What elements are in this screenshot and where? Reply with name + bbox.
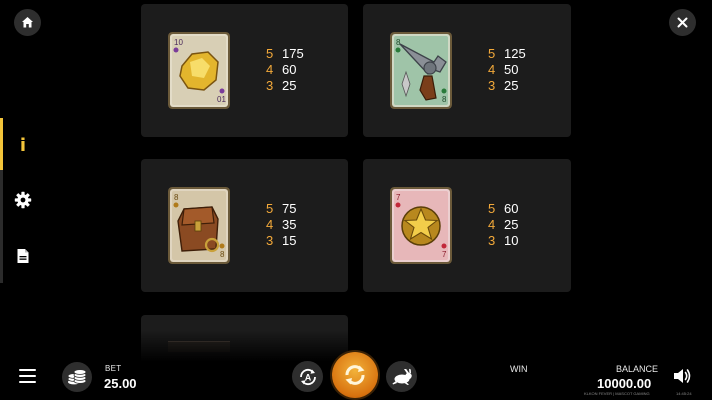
- payout-row: 3 15: [266, 233, 296, 249]
- payout-value: 50: [504, 62, 519, 77]
- payout-value: 35: [282, 217, 297, 232]
- payout-list: 5 60 4 25 3 10: [488, 201, 518, 249]
- svg-text:8: 8: [396, 38, 401, 47]
- payout-value: 10: [504, 233, 519, 248]
- spin-arrows-icon: [345, 365, 365, 385]
- payout-row: 3 10: [488, 233, 518, 249]
- hamburger-menu-icon[interactable]: [19, 369, 36, 383]
- spin-button[interactable]: [332, 352, 378, 398]
- bet-label: BET: [105, 364, 122, 373]
- symbol-count: 4: [266, 62, 274, 77]
- payout-row: 5 125: [488, 46, 526, 62]
- payout-row: 4 35: [266, 217, 296, 233]
- balance-value: 10000.00: [597, 376, 652, 391]
- symbol-count: 5: [266, 46, 274, 61]
- paytable-panel: 8 8 5 75 4 35 3 15: [141, 159, 348, 292]
- payout-list: 5 125 4 50 3 25: [488, 46, 526, 94]
- svg-text:8: 8: [220, 250, 225, 259]
- payout-list: 5 75 4 35 3 15: [266, 201, 296, 249]
- paytable-panel: 10 01 5 175 4 60 3 25: [141, 4, 348, 137]
- gold-nugget-card: 10 01: [168, 32, 230, 109]
- payout-value: 25: [282, 78, 297, 93]
- saddlebag-card: 8 8: [168, 187, 230, 264]
- paytable-screen: i 10 01 5 175 4 60 3 25 8 8 5 125 4 50 3…: [0, 0, 712, 400]
- game-provider-text: KLKON FEVER | MASCOT GAMING: [584, 391, 650, 396]
- payout-value: 60: [504, 201, 519, 216]
- payout-row: 3 25: [266, 78, 304, 94]
- home-icon: [22, 17, 33, 28]
- payout-value: 125: [504, 46, 526, 61]
- payout-row: 3 25: [488, 78, 526, 94]
- win-label: WIN: [510, 364, 528, 374]
- svg-text:10: 10: [174, 38, 183, 47]
- autoplay-button[interactable]: A: [292, 361, 323, 392]
- payout-value: 25: [504, 78, 519, 93]
- svg-text:7: 7: [442, 250, 447, 259]
- symbol-count: 4: [266, 217, 274, 232]
- svg-text:8: 8: [174, 193, 179, 202]
- bet-selector-button[interactable]: [62, 362, 92, 392]
- side-menu-active-indicator: [0, 118, 3, 170]
- payout-value: 25: [504, 217, 519, 232]
- payout-row: 4 25: [488, 217, 518, 233]
- turbo-button[interactable]: [386, 361, 417, 392]
- svg-text:01: 01: [217, 95, 226, 104]
- document-icon[interactable]: [13, 246, 33, 266]
- home-button[interactable]: [14, 9, 41, 36]
- symbol-count: 3: [266, 78, 274, 93]
- revolver-card: 8 8: [390, 32, 452, 109]
- payout-list: 5 175 4 60 3 25: [266, 46, 304, 94]
- close-button[interactable]: [669, 9, 696, 36]
- volume-icon: [674, 369, 691, 383]
- symbol-count: 3: [488, 78, 496, 93]
- turbo-hare-icon: [392, 368, 412, 385]
- symbol-count: 5: [488, 46, 496, 61]
- close-icon: [677, 17, 688, 28]
- balance-label: BALANCE: [616, 364, 659, 374]
- payout-value: 60: [282, 62, 297, 77]
- coins-icon: [67, 369, 87, 385]
- payout-value: 15: [282, 233, 297, 248]
- bet-value: 25.00: [104, 376, 137, 391]
- volume-button[interactable]: [673, 367, 693, 385]
- payout-value: 75: [282, 201, 297, 216]
- symbol-count: 4: [488, 62, 496, 77]
- payout-value: 175: [282, 46, 304, 61]
- paytable-panel: 8 8 5 125 4 50 3 25: [363, 4, 571, 137]
- payout-row: 5 75: [266, 201, 296, 217]
- paytable-panel: 7 7 5 60 4 25 3 10: [363, 159, 571, 292]
- symbol-count: 4: [488, 217, 496, 232]
- symbol-count: 3: [266, 233, 274, 248]
- svg-text:A: A: [304, 372, 311, 382]
- gear-icon[interactable]: [13, 190, 33, 210]
- sheriff-badge-card: 7 7: [390, 187, 452, 264]
- payout-row: 4 50: [488, 62, 526, 78]
- svg-text:7: 7: [396, 193, 401, 202]
- payout-row: 5 175: [266, 46, 304, 62]
- payout-row: 5 60: [488, 201, 518, 217]
- symbol-count: 5: [266, 201, 274, 216]
- info-icon[interactable]: i: [13, 135, 33, 156]
- svg-text:8: 8: [442, 95, 447, 104]
- clock: 14:45:24: [676, 391, 692, 396]
- symbol-count: 5: [488, 201, 496, 216]
- autoplay-icon: A: [299, 368, 316, 385]
- symbol-count: 3: [488, 233, 496, 248]
- payout-row: 4 60: [266, 62, 304, 78]
